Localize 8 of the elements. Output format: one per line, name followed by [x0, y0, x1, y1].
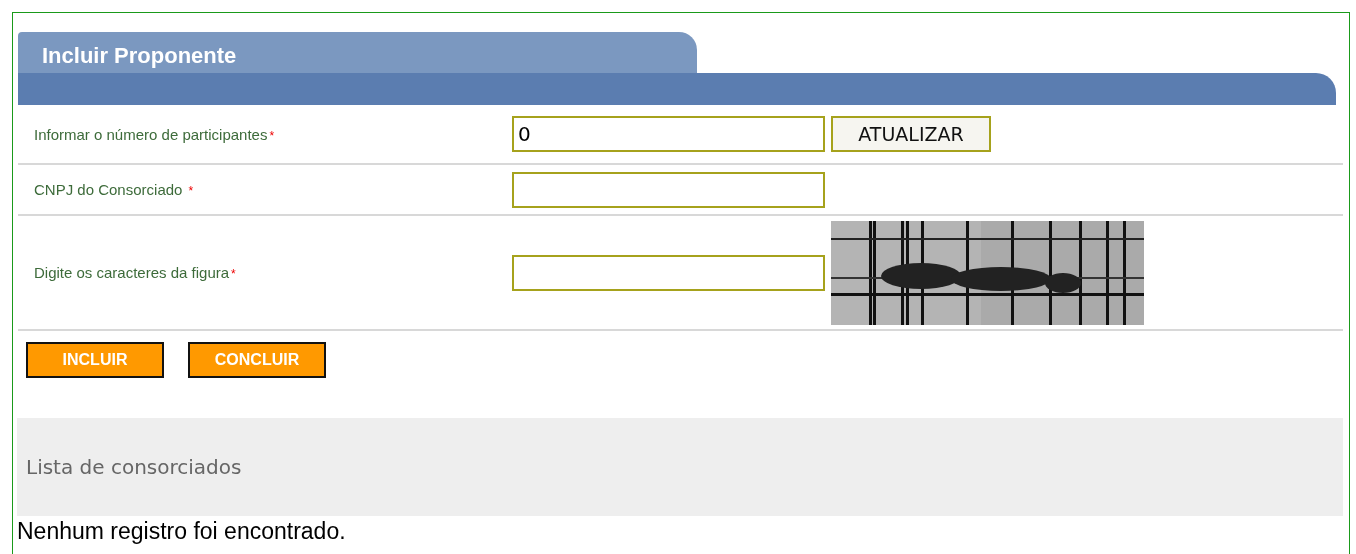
field-label: Informar o número de participantes*: [34, 125, 276, 143]
list-title: Lista de consorciados: [26, 455, 242, 479]
field-label: Digite os caracteres da figura*: [34, 264, 237, 281]
empty-message: Nenhum registro foi encontrado.: [17, 517, 347, 545]
panel-title: Incluir Proponente: [42, 43, 237, 69]
field-label: CNPJ do Consorciado *: [34, 181, 195, 198]
update-button[interactable]: ATUALIZAR: [831, 116, 991, 152]
input-field[interactable]: 0: [512, 116, 825, 152]
